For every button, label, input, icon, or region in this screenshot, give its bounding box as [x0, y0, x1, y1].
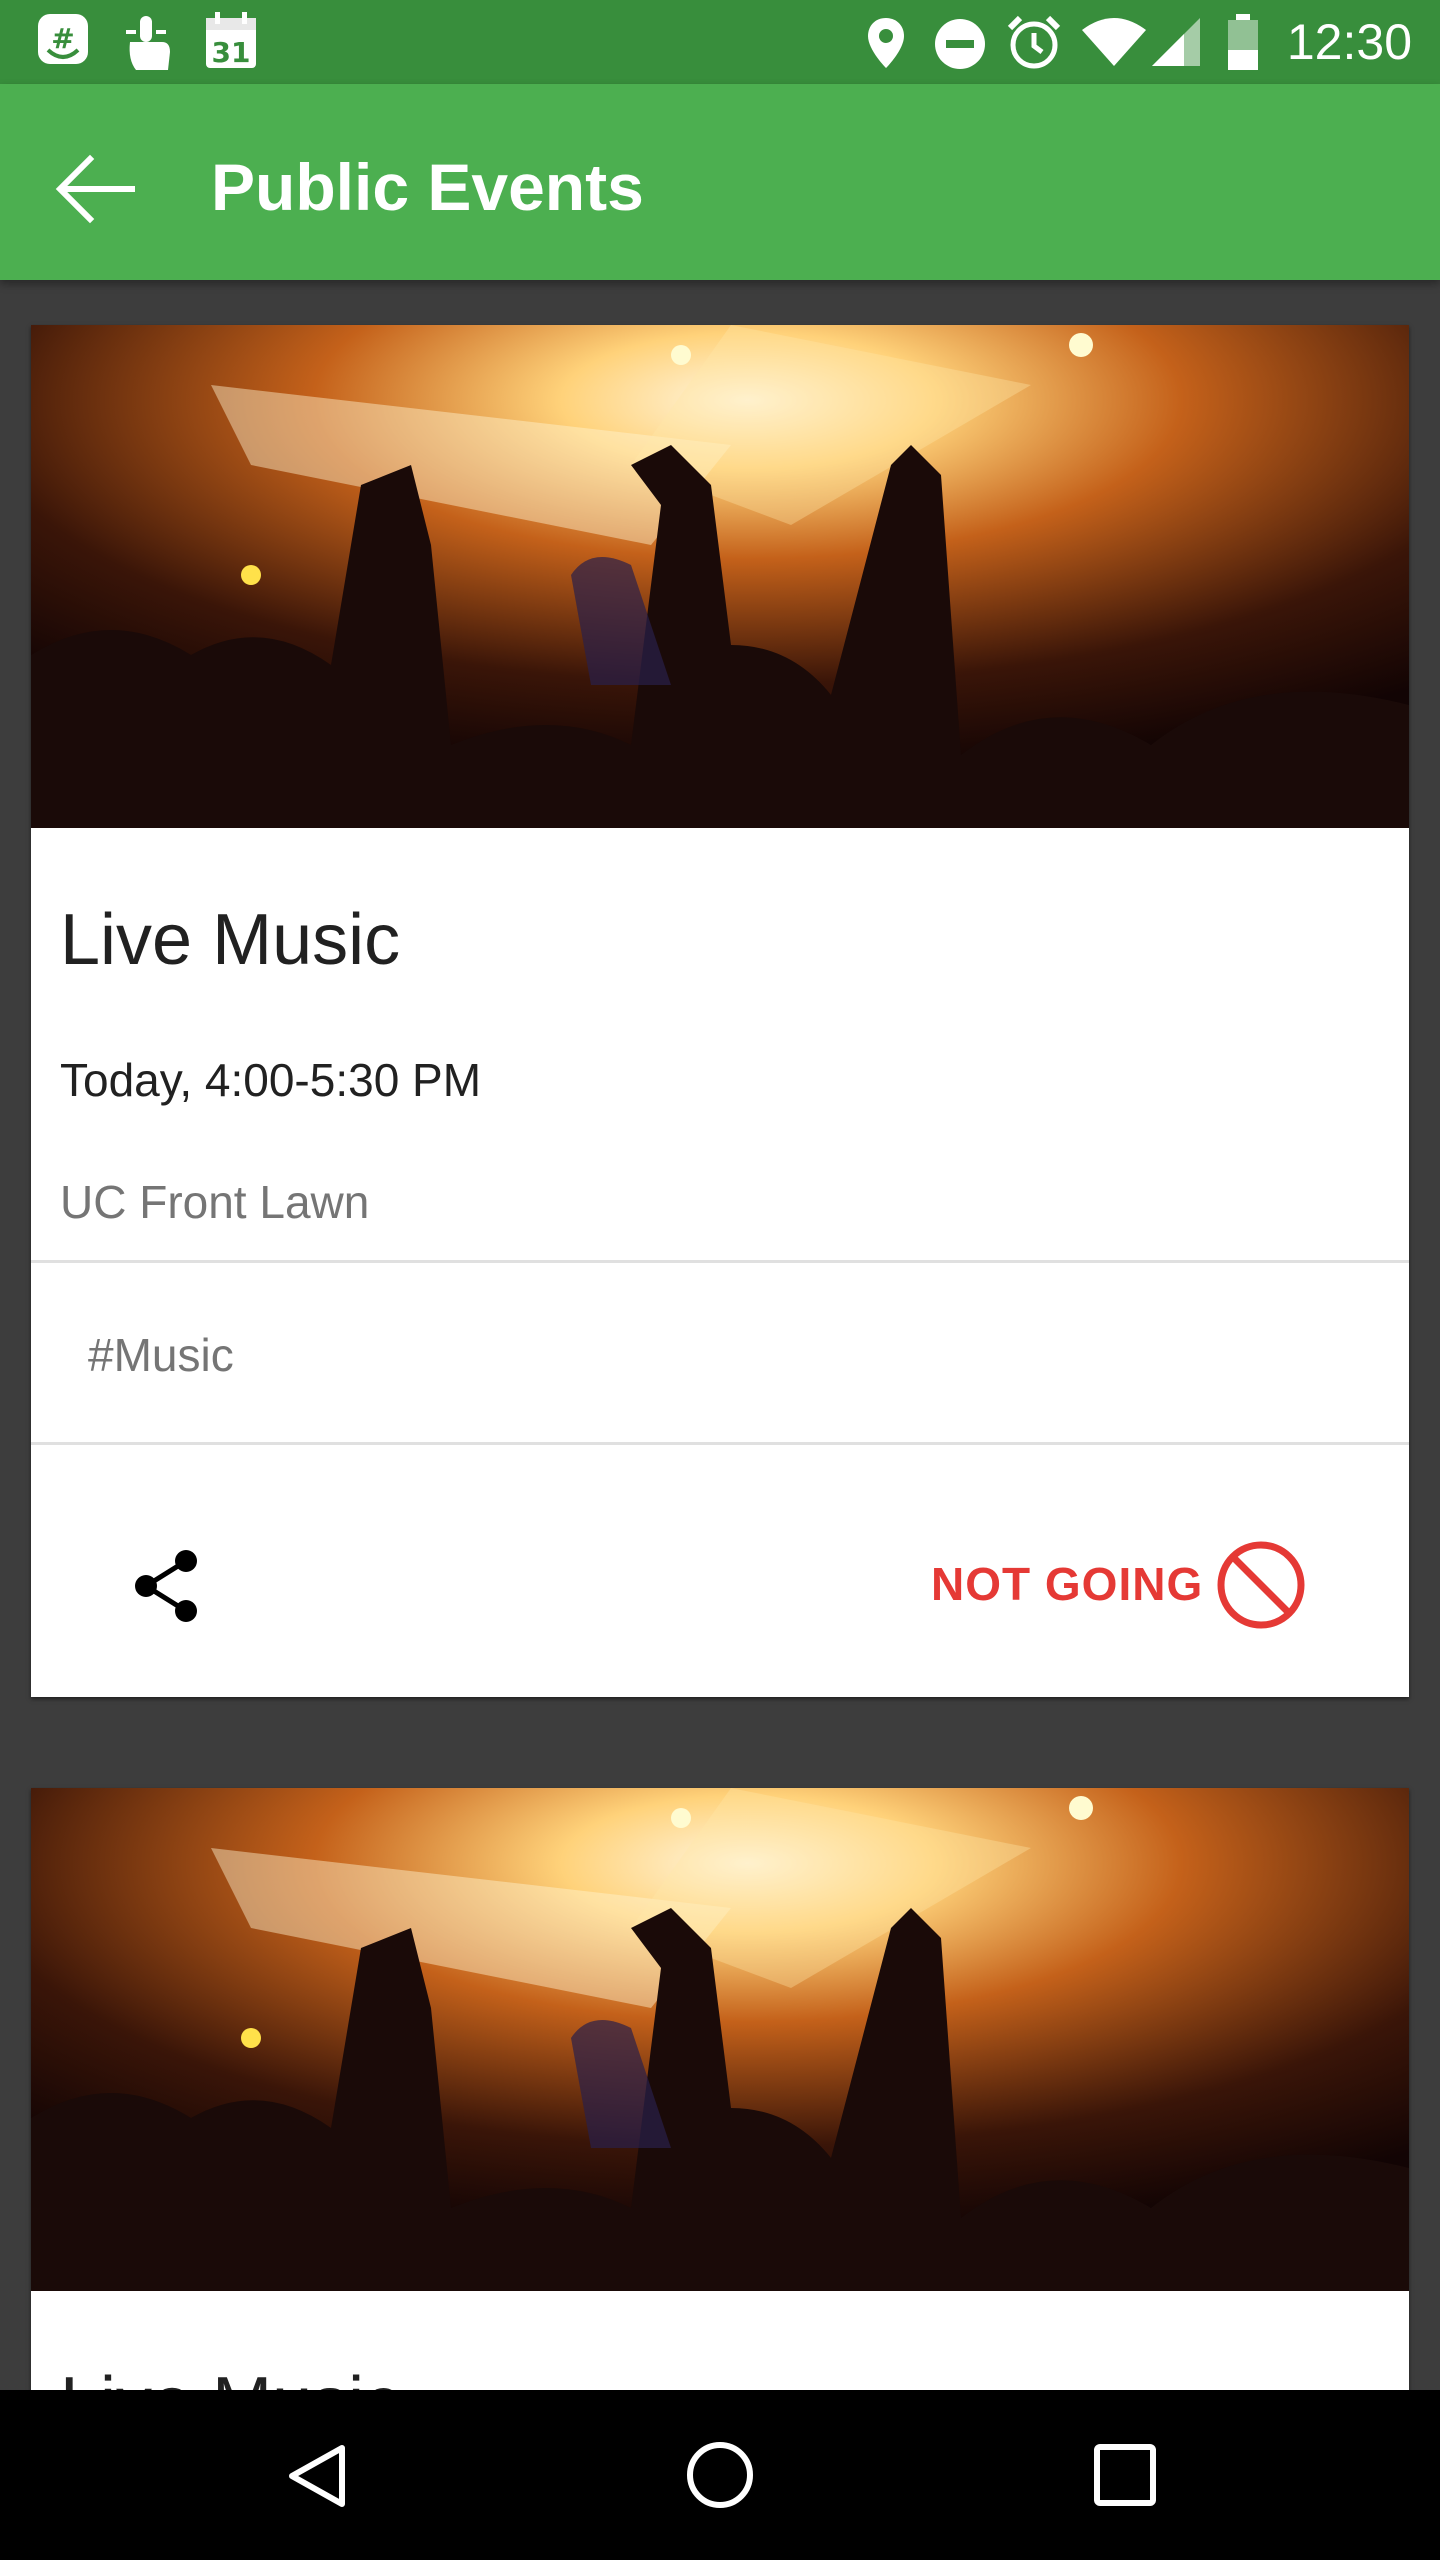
- battery-icon: [1228, 14, 1258, 70]
- nav-home-button[interactable]: [665, 2420, 775, 2530]
- nav-recents-button[interactable]: [1070, 2420, 1180, 2530]
- event-tag[interactable]: #Music: [88, 1325, 234, 1385]
- page-title: Public Events: [211, 150, 644, 224]
- not-going-label: NOT GOING: [931, 1558, 1204, 1610]
- share-button[interactable]: [114, 1531, 224, 1641]
- divider: [31, 1260, 1409, 1263]
- back-button[interactable]: [44, 134, 154, 244]
- event-image[interactable]: [31, 1788, 1409, 2291]
- notification-app-icon: #: [38, 14, 88, 64]
- divider: [31, 1442, 1409, 1445]
- touch-icon: [126, 16, 170, 70]
- share-icon: [135, 1550, 197, 1622]
- app-bar: Public Events: [0, 84, 1440, 280]
- calendar-icon: 31: [206, 12, 256, 69]
- nav-back-button[interactable]: [262, 2420, 372, 2530]
- wifi-icon: [1082, 18, 1146, 66]
- block-icon: [1217, 1541, 1305, 1629]
- event-list[interactable]: Live Music Today, 4:00-5:30 PM UC Front …: [0, 280, 1440, 2390]
- do-not-disturb-icon: [935, 19, 985, 69]
- event-image[interactable]: [31, 325, 1409, 828]
- svg-text:#: #: [51, 22, 74, 55]
- event-title: Live Music: [60, 900, 401, 980]
- event-card[interactable]: Live Music Today, 4:00-5:30 PM UC Front …: [31, 325, 1409, 1697]
- recents-square-icon: [1094, 2444, 1156, 2506]
- not-going-button[interactable]: NOT GOING: [880, 1521, 1360, 1651]
- event-time: Today, 4:00-5:30 PM: [60, 1054, 482, 1106]
- event-card[interactable]: Live Music: [31, 1788, 1409, 2390]
- navigation-bar: [0, 2390, 1440, 2560]
- event-title: Live Music: [60, 2358, 400, 2390]
- status-bar: # 31 12:30: [0, 0, 1440, 84]
- event-location: UC Front Lawn: [60, 1176, 370, 1228]
- back-triangle-icon: [289, 2445, 345, 2507]
- signal-icon: [1152, 18, 1200, 66]
- home-circle-icon: [687, 2442, 753, 2508]
- calendar-day: 31: [212, 36, 251, 69]
- status-time: 12:30: [1286, 14, 1412, 70]
- location-icon: [868, 18, 904, 68]
- alarm-icon: [1007, 15, 1061, 69]
- arrow-back-icon: [55, 154, 135, 224]
